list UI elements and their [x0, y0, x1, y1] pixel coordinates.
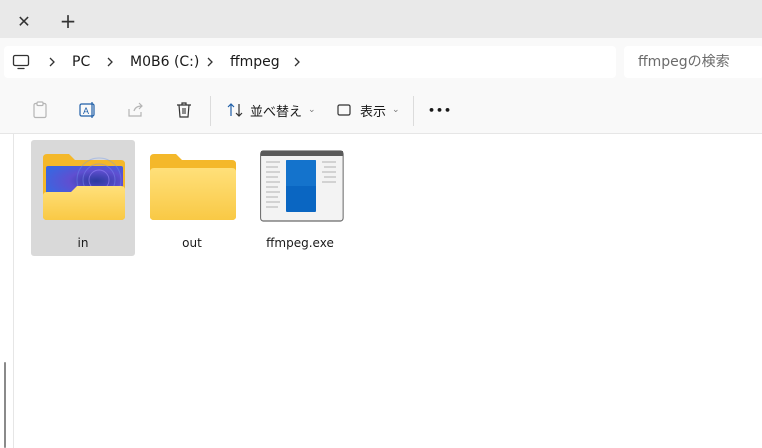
close-tab-button[interactable]: ✕	[8, 6, 40, 36]
file-item-out[interactable]: out	[140, 140, 244, 256]
svg-text:A: A	[83, 106, 89, 116]
computer-icon[interactable]	[12, 53, 30, 71]
more-options-button[interactable]: •••	[428, 96, 452, 124]
paste-button[interactable]	[28, 98, 52, 122]
address-bar[interactable]: PC M0B6 (C:) ffmpeg	[4, 46, 616, 78]
file-view: in out ffmpeg.exe	[0, 134, 762, 448]
sort-icon	[227, 103, 243, 117]
chevron-right-icon[interactable]	[291, 56, 303, 68]
folder-icon	[150, 154, 236, 220]
sort-label: 並べ替え	[250, 104, 303, 120]
command-bar: A 並べ替え ⌄ 表示 ⌄ •••	[0, 88, 762, 134]
rename-button[interactable]: A	[76, 98, 100, 122]
rename-icon: A	[79, 102, 95, 118]
view-menu-button[interactable]: 表示 ⌄	[336, 96, 400, 124]
sort-menu-button[interactable]: 並べ替え ⌄	[226, 96, 316, 124]
toolbar-separator	[413, 96, 414, 126]
tab-strip	[0, 0, 762, 42]
file-name: ffmpeg.exe	[266, 236, 334, 250]
breadcrumb-pc[interactable]: PC	[72, 46, 90, 78]
file-name: in	[77, 236, 89, 250]
delete-button[interactable]	[172, 98, 196, 122]
search-input[interactable]: ffmpegの検索	[638, 46, 730, 78]
chevron-right-icon[interactable]	[46, 56, 58, 68]
chevron-down-icon: ⌄	[308, 105, 316, 115]
share-button[interactable]	[124, 98, 148, 122]
chevron-right-icon[interactable]	[104, 56, 116, 68]
scrollbar[interactable]	[4, 362, 6, 448]
new-tab-button[interactable]: +	[52, 6, 84, 36]
view-label: 表示	[360, 104, 387, 120]
chevron-down-icon: ⌄	[392, 105, 400, 115]
breadcrumb-drive-c[interactable]: M0B6 (C:)	[130, 46, 199, 78]
view-icon	[337, 104, 351, 116]
file-name: out	[182, 236, 202, 250]
breadcrumb-ffmpeg[interactable]: ffmpeg	[230, 46, 280, 78]
share-icon	[128, 102, 143, 117]
executable-icon	[260, 150, 344, 222]
folder-with-image-icon	[43, 154, 125, 220]
file-item-in[interactable]: in	[31, 140, 135, 256]
toolbar-separator	[210, 96, 211, 126]
navigation-pane-divider[interactable]	[13, 134, 14, 448]
chevron-right-icon[interactable]	[204, 56, 216, 68]
clipboard-icon	[33, 101, 47, 119]
trash-icon	[177, 102, 191, 118]
file-item-ffmpeg-exe[interactable]: ffmpeg.exe	[248, 140, 352, 256]
search-box[interactable]: ffmpegの検索	[624, 46, 762, 78]
address-bar-region: PC M0B6 (C:) ffmpeg ffmpegの検索	[0, 38, 762, 88]
